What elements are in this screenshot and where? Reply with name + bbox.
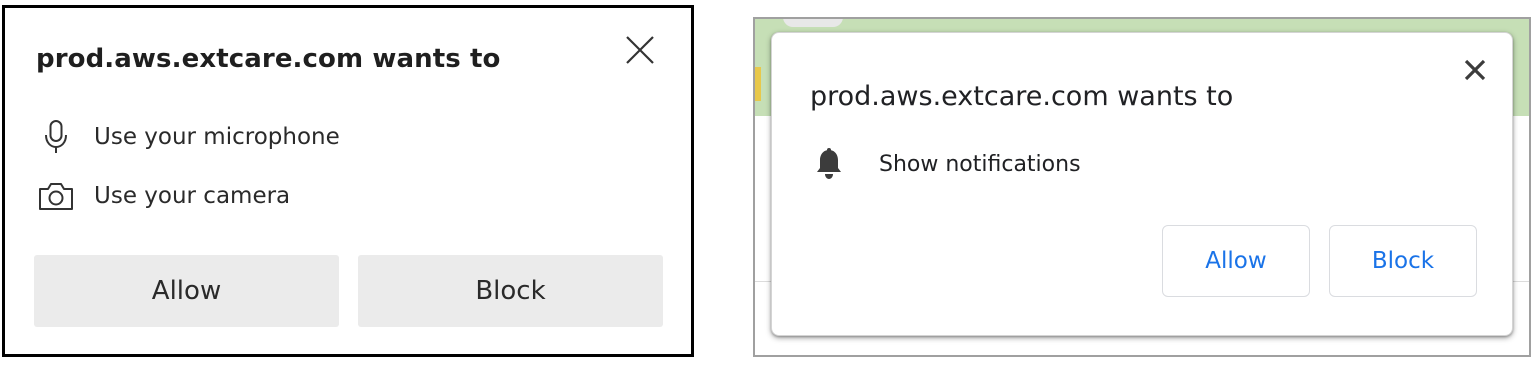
block-button[interactable]: Block — [358, 255, 663, 327]
camera-icon — [36, 176, 76, 216]
permission-notifications: Show notifications — [810, 145, 1081, 183]
dialog-title: prod.aws.extcare.com wants to — [810, 81, 1234, 112]
permission-label: Use your camera — [94, 183, 291, 209]
permission-label: Show notifications — [879, 151, 1081, 177]
block-button[interactable]: Block — [1329, 225, 1477, 297]
close-icon[interactable] — [1460, 55, 1490, 85]
permission-label: Use your microphone — [94, 124, 340, 150]
browser-tab-fragment — [783, 19, 843, 27]
bell-icon — [810, 145, 848, 183]
allow-button[interactable]: Allow — [1162, 225, 1310, 297]
chrome-permission-dialog: prod.aws.extcare.com wants to Show notif… — [771, 32, 1513, 336]
allow-button[interactable]: Allow — [34, 255, 339, 327]
microphone-icon — [36, 117, 76, 157]
close-icon[interactable] — [622, 32, 658, 68]
edge-permission-dialog: prod.aws.extcare.com wants to Use your m… — [2, 5, 694, 357]
screenshot-stage: prod.aws.extcare.com wants to Use your m… — [0, 0, 1540, 366]
dialog-title: prod.aws.extcare.com wants to — [36, 44, 501, 74]
permission-microphone: Use your microphone — [36, 117, 340, 157]
chrome-screenshot-frame: prod.aws.extcare.com wants to Show notif… — [753, 17, 1531, 357]
permission-camera: Use your camera — [36, 176, 290, 216]
page-fragment-yellow — [755, 67, 761, 101]
